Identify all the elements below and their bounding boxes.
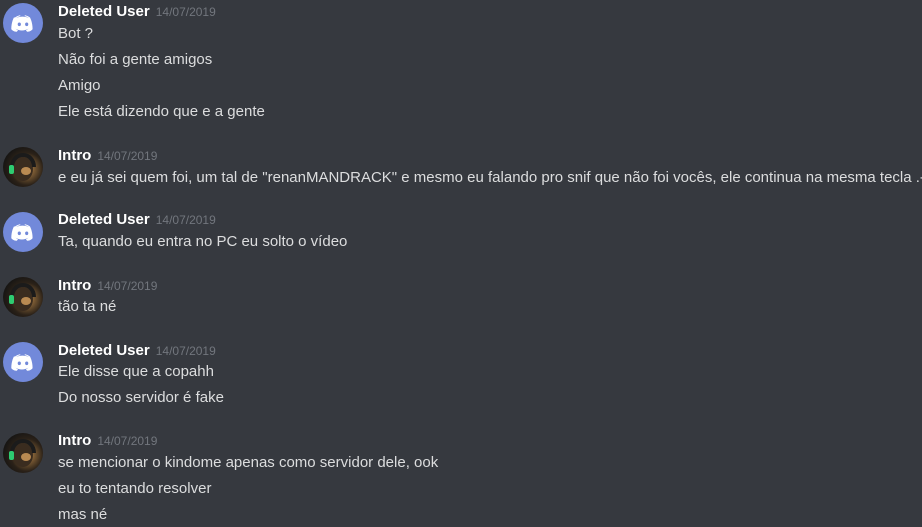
timestamp: 14/07/2019 bbox=[155, 5, 216, 19]
message-header: Intro 14/07/2019 bbox=[58, 277, 157, 295]
avatar[interactable] bbox=[3, 147, 43, 187]
timestamp: 14/07/2019 bbox=[97, 279, 158, 293]
username[interactable]: Intro bbox=[58, 432, 91, 449]
message-header: Intro 14/07/2019 bbox=[58, 432, 157, 450]
message-text: se mencionar o kindome apenas como servi… bbox=[58, 454, 439, 471]
timestamp: 14/07/2019 bbox=[155, 344, 216, 358]
username[interactable]: Deleted User bbox=[58, 342, 150, 359]
message-text: Do nosso servidor é fake bbox=[58, 389, 224, 406]
message-text: Ele disse que a copahh bbox=[58, 363, 214, 380]
message-text: eu to tentando resolver bbox=[58, 480, 212, 497]
message-header: Deleted User 14/07/2019 bbox=[58, 342, 216, 360]
avatar[interactable] bbox=[3, 3, 43, 43]
user-photo-icon bbox=[9, 438, 36, 467]
message-text: Ele está dizendo que e a gente bbox=[58, 103, 265, 120]
username[interactable]: Intro bbox=[58, 147, 91, 164]
discord-logo-icon bbox=[11, 354, 33, 371]
avatar[interactable] bbox=[3, 342, 43, 382]
discord-logo-icon bbox=[11, 224, 33, 241]
message-header: Deleted User 14/07/2019 bbox=[58, 3, 216, 21]
message-text: Amigo bbox=[58, 77, 101, 94]
message-text: Ta, quando eu entra no PC eu solto o víd… bbox=[58, 233, 348, 250]
message-text: e eu já sei quem foi, um tal de "renanMA… bbox=[58, 169, 922, 186]
avatar[interactable] bbox=[3, 433, 43, 473]
discord-logo-icon bbox=[11, 15, 33, 32]
message-text: Não foi a gente amigos bbox=[58, 51, 213, 68]
message-header: Deleted User 14/07/2019 bbox=[58, 211, 216, 229]
avatar[interactable] bbox=[3, 212, 43, 252]
username[interactable]: Deleted User bbox=[58, 211, 150, 228]
avatar[interactable] bbox=[3, 277, 43, 317]
username[interactable]: Deleted User bbox=[58, 3, 150, 20]
username[interactable]: Intro bbox=[58, 277, 91, 294]
message-text: Bot ? bbox=[58, 25, 94, 42]
message-text: mas né bbox=[58, 506, 108, 523]
timestamp: 14/07/2019 bbox=[97, 434, 158, 448]
user-photo-icon bbox=[9, 282, 36, 311]
message-text: tão ta né bbox=[58, 298, 117, 315]
message-header: Intro 14/07/2019 bbox=[58, 147, 157, 165]
timestamp: 14/07/2019 bbox=[155, 213, 216, 227]
timestamp: 14/07/2019 bbox=[97, 149, 158, 163]
user-photo-icon bbox=[9, 152, 36, 181]
